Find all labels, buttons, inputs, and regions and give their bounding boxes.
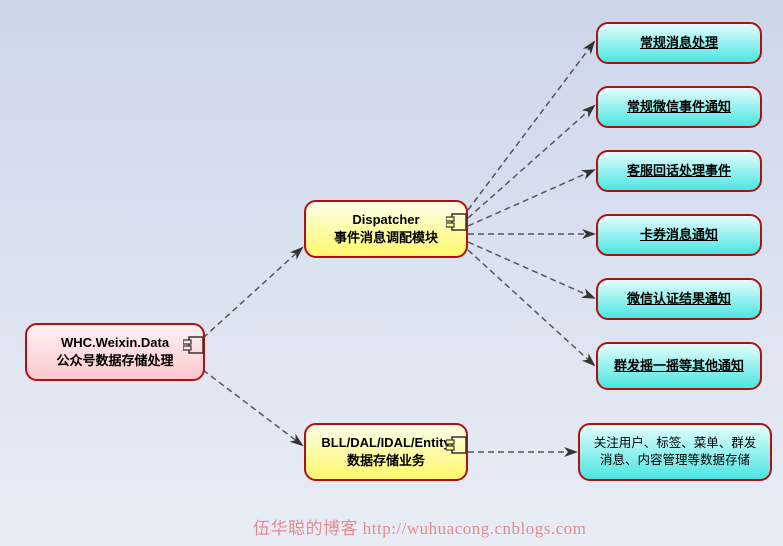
- node-label-2: 公众号数据存储处理: [56, 352, 173, 370]
- node-label: 微信认证结果通知: [627, 290, 731, 308]
- edge-dispatcher-r1: [468, 42, 594, 210]
- node-label-2: 数据存储业务: [347, 452, 425, 470]
- node-label-2: 事件消息调配模块: [334, 229, 438, 247]
- node-whc-weixin-data: WHC.Weixin.Data 公众号数据存储处理: [25, 323, 205, 381]
- node-label-1: Dispatcher: [352, 211, 419, 229]
- edge-dispatcher-r2: [468, 106, 594, 218]
- watermark-text: 伍华聪的博客 http://wuhuacong.cnblogs.com: [253, 514, 586, 539]
- node-label-1: BLL/DAL/IDAL/Entity: [321, 434, 450, 452]
- node-label: 关注用户、标签、菜单、群发消息、内容管理等数据存储: [590, 435, 760, 469]
- node-label: 常规消息处理: [640, 34, 718, 52]
- node-label: 群发摇一摇等其他通知: [614, 357, 744, 375]
- edge-data-dispatcher: [203, 248, 302, 338]
- node-follow-users: 关注用户、标签、菜单、群发消息、内容管理等数据存储: [578, 423, 772, 481]
- node-label: 常规微信事件通知: [627, 98, 731, 116]
- node-label: 卡券消息通知: [640, 226, 718, 244]
- component-icon: [446, 212, 468, 232]
- node-auth-result: 微信认证结果通知: [596, 278, 762, 320]
- node-customer-service: 客服回话处理事件: [596, 150, 762, 192]
- node-mass-shake: 群发摇一摇等其他通知: [596, 342, 762, 390]
- node-label: 客服回话处理事件: [627, 162, 731, 180]
- node-bll-dal-idal-entity: BLL/DAL/IDAL/Entity 数据存储业务: [304, 423, 468, 481]
- edge-dispatcher-r6: [468, 250, 594, 365]
- node-regular-message: 常规消息处理: [596, 22, 762, 64]
- node-label-1: WHC.Weixin.Data: [61, 334, 169, 352]
- edge-dispatcher-r3: [468, 170, 594, 226]
- component-icon: [183, 335, 205, 355]
- edge-dispatcher-r5: [468, 242, 594, 298]
- component-icon: [446, 435, 468, 455]
- edge-data-bll: [203, 370, 302, 445]
- node-card-coupon: 卡券消息通知: [596, 214, 762, 256]
- node-dispatcher: Dispatcher 事件消息调配模块: [304, 200, 468, 258]
- node-wechat-event: 常规微信事件通知: [596, 86, 762, 128]
